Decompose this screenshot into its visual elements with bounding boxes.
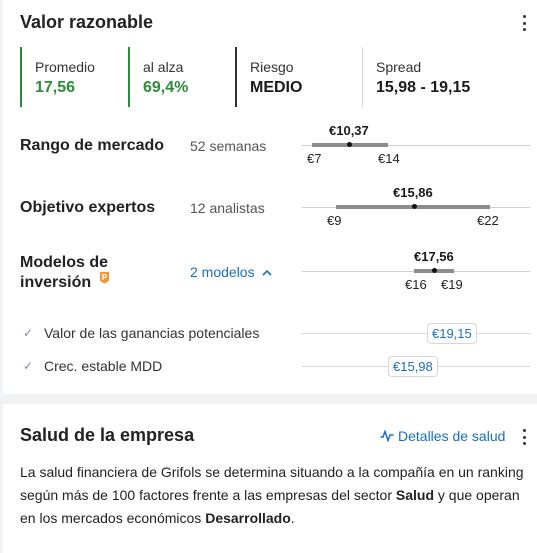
models-toggle-link[interactable]: 2 modelos — [190, 264, 273, 280]
metric-label: Promedio — [35, 59, 95, 75]
market-range-chart: €10,37 €7 €14 — [302, 120, 530, 170]
current-value-dot — [412, 204, 417, 209]
health-details-label: Detalles de salud — [398, 428, 506, 444]
fair-value-metrics: Promedio 17,56 al alza 69,4% Riesgo MEDI… — [20, 47, 532, 107]
range-current-label: €17,56 — [414, 249, 454, 264]
range-high-label: €22 — [477, 213, 499, 228]
more-options-icon[interactable] — [519, 429, 529, 445]
company-health-card: Salud de la empresa Detalles de salud La… — [3, 404, 537, 553]
expert-target-title: Objetivo expertos — [20, 199, 156, 216]
pulse-icon — [380, 429, 394, 443]
desc-market: Desarrollado — [205, 510, 291, 526]
range-high-label: €19 — [441, 277, 463, 292]
current-value-dot — [347, 142, 352, 147]
company-health-title: Salud de la empresa — [20, 425, 195, 445]
desc-text: . — [290, 510, 295, 526]
check-icon: ✓ — [23, 326, 34, 340]
models-toggle-label: 2 modelos — [190, 264, 255, 280]
range-low-label: €9 — [327, 213, 342, 228]
metric-upside: al alza 69,4% — [128, 47, 235, 107]
health-description: La salud financiera de Grifols se determ… — [20, 461, 525, 530]
metric-average: Promedio 17,56 — [20, 47, 128, 107]
health-details-link[interactable]: Detalles de salud — [380, 428, 505, 444]
expert-target-chart: €15,86 €9 €22 — [302, 183, 530, 233]
expert-target-sub: 12 analistas — [190, 200, 265, 216]
range-low-label: €16 — [405, 277, 427, 292]
investment-models-chart: €17,56 €16 €19 — [302, 247, 530, 297]
range-low-label: €7 — [307, 151, 322, 166]
investment-models-title-line1: Modelos de — [20, 254, 109, 271]
chevron-up-icon — [262, 269, 273, 276]
fair-value-title: Valor razonable — [20, 12, 154, 32]
metric-label: al alza — [143, 59, 184, 75]
model-line — [302, 333, 530, 334]
model-label: Crec. estable MDD — [44, 358, 163, 374]
check-icon: ✓ — [23, 359, 34, 373]
svg-text:P: P — [101, 273, 107, 282]
range-high-label: €14 — [378, 151, 400, 166]
current-value-dot — [432, 268, 437, 273]
range-current-label: €10,37 — [329, 123, 369, 138]
metric-value: 69,4% — [143, 79, 189, 96]
market-range-sub: 52 semanas — [190, 138, 267, 154]
metric-label: Spread — [376, 59, 422, 75]
model-value-pill[interactable]: €15,98 — [388, 356, 438, 377]
more-options-icon[interactable] — [519, 15, 529, 31]
desc-sector: Salud — [395, 487, 434, 503]
investment-models-title-line2: inversión P — [20, 272, 110, 293]
metric-value: 17,56 — [35, 79, 76, 96]
model-label: Valor de las ganancias potenciales — [44, 325, 260, 341]
investment-models-title-line2-text: inversión — [20, 274, 92, 291]
range-current-label: €15,86 — [393, 185, 433, 200]
investment-models-title: Modelos de inversión P — [20, 253, 110, 293]
metric-label: Riesgo — [250, 59, 294, 75]
metric-value: MEDIO — [250, 79, 303, 96]
metric-value: 15,98 - 19,15 — [376, 79, 471, 96]
market-range-title: Rango de mercado — [20, 137, 165, 154]
fair-value-card: Valor razonable Promedio 17,56 al alza 6… — [3, 0, 537, 394]
model-value-pill[interactable]: €19,15 — [427, 323, 477, 344]
metric-risk: Riesgo MEDIO — [235, 47, 362, 107]
metric-spread: Spread 15,98 - 19,15 — [362, 47, 527, 107]
premium-badge-icon: P — [99, 272, 109, 284]
